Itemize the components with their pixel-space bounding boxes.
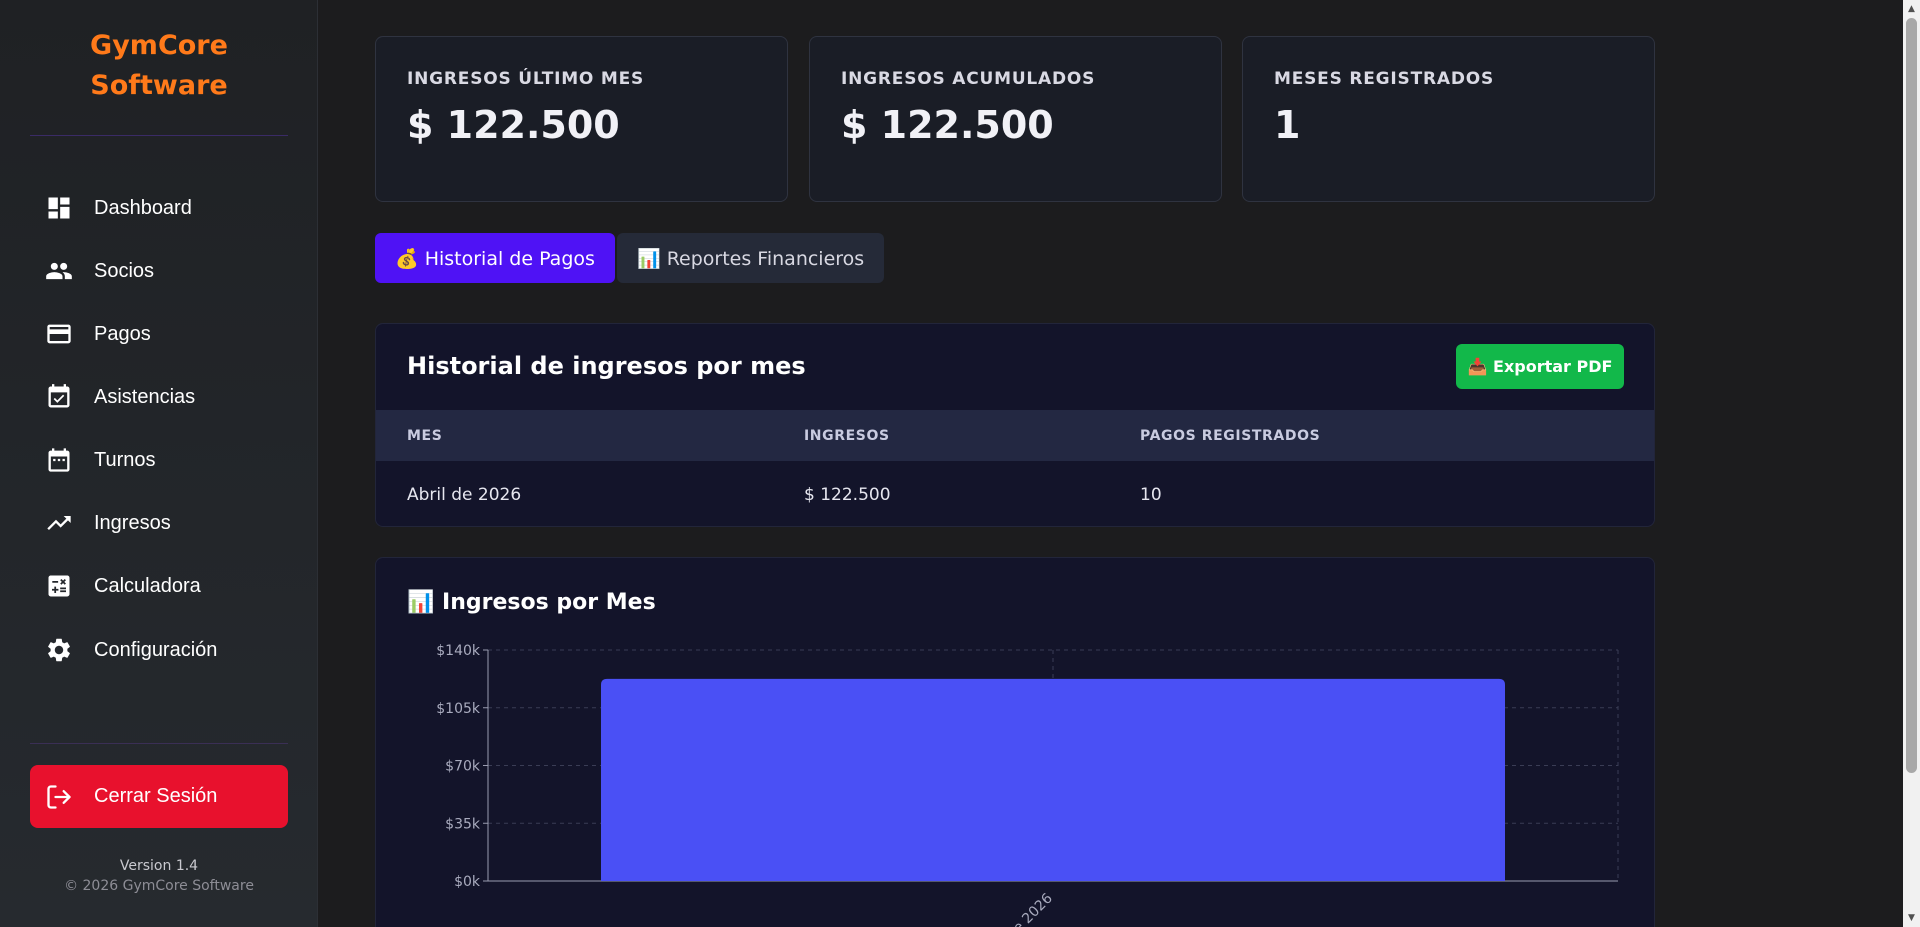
sidebar-item-socios[interactable]: Socios [30,246,288,296]
sidebar: GymCore Software Dashboard Socios Pagos … [0,0,318,927]
sidebar-item-dashboard[interactable]: Dashboard [30,183,288,233]
sidebar-divider [30,743,288,744]
chart-panel: 📊 Ingresos por Mes $0k $35k $70k $105k $140k… [375,557,1655,927]
brand-logo: GymCore Software [0,26,318,106]
bar-chart: $0k $35k $70k $105k $140k Abril de 2026 [436,643,1619,927]
brand-line-1: GymCore [90,30,228,61]
page-scrollbar[interactable]: ▲ ▼ [1903,0,1920,927]
sidebar-item-label: Ingresos [94,511,171,534]
history-title: Historial de ingresos por mes [407,352,806,380]
history-panel: Historial de ingresos por mes 📥 Exportar… [375,323,1655,527]
sidebar-item-turnos[interactable]: Turnos [30,435,288,485]
stat-card-months: MESES REGISTRADOS 1 [1242,36,1655,202]
cell-mes: Abril de 2026 [407,485,522,505]
y-tick-label: $0k [454,874,481,890]
y-tick-label: $35k [445,816,481,832]
sidebar-item-label: Asistencias [94,385,196,408]
sidebar-item-label: Turnos [94,448,156,471]
tab-historial-pagos[interactable]: 💰 Historial de Pagos [375,233,615,283]
scroll-down-arrow[interactable]: ▼ [1906,912,1917,924]
stat-card-last-month: INGRESOS ÚLTIMO MES $ 122.500 [375,36,788,202]
scroll-up-arrow[interactable]: ▲ [1906,3,1917,15]
stat-value: $ 122.500 [841,103,1054,147]
y-tick-label: $105k [436,701,481,717]
column-header-mes: MES [407,428,443,444]
chart-bar [601,678,1505,881]
export-pdf-button[interactable]: 📥 Exportar PDF [1456,344,1624,389]
sidebar-item-asistencias[interactable]: Asistencias [30,372,288,422]
table-header: MES INGRESOS PAGOS REGISTRADOS [376,410,1654,461]
logout-label: Cerrar Sesión [94,785,218,807]
stat-title: INGRESOS ACUMULADOS [841,69,1096,89]
trending-up-icon [44,508,74,538]
x-tick-label: Abril de 2026 [978,890,1056,927]
logout-button[interactable]: Cerrar Sesión [30,765,288,828]
stat-value: 1 [1274,103,1301,147]
stat-title: MESES REGISTRADOS [1274,69,1495,89]
y-tick-label: $140k [436,643,481,659]
cell-ingresos: $ 122.500 [804,485,891,505]
copyright-text: © 2026 GymCore Software [64,878,254,894]
brand-line-2: Software [90,70,228,101]
gear-icon [44,635,74,665]
sidebar-item-label: Calculadora [94,574,201,597]
sidebar-item-pagos[interactable]: Pagos [30,309,288,359]
column-header-pagos: PAGOS REGISTRADOS [1140,428,1321,444]
sidebar-item-configuracion[interactable]: Configuración [30,625,288,675]
scrollbar-thumb[interactable] [1906,18,1917,773]
calculator-icon [44,571,74,601]
y-tick-label: $70k [445,759,481,775]
stat-card-accumulated: INGRESOS ACUMULADOS $ 122.500 [809,36,1222,202]
sidebar-item-label: Dashboard [94,196,192,219]
sidebar-item-label: Socios [94,259,155,282]
stat-value: $ 122.500 [407,103,620,147]
dashboard-icon [44,193,74,223]
version-text: Version 1.4 [119,858,199,874]
sidebar-item-label: Pagos [94,322,151,345]
sidebar-item-ingresos[interactable]: Ingresos [30,498,288,548]
calendar-check-icon [44,382,74,412]
tab-reportes-financieros[interactable]: 📊 Reportes Financieros [617,233,885,283]
sidebar-item-label: Configuración [94,638,218,661]
calendar-icon [44,445,74,475]
people-icon [44,256,74,286]
column-header-ingresos: INGRESOS [804,428,890,444]
credit-card-icon [44,319,74,349]
brand-divider [30,135,288,136]
cell-pagos: 10 [1140,485,1162,505]
sidebar-item-calculadora[interactable]: Calculadora [30,561,288,611]
stat-title: INGRESOS ÚLTIMO MES [407,69,645,89]
logout-icon [44,782,74,812]
